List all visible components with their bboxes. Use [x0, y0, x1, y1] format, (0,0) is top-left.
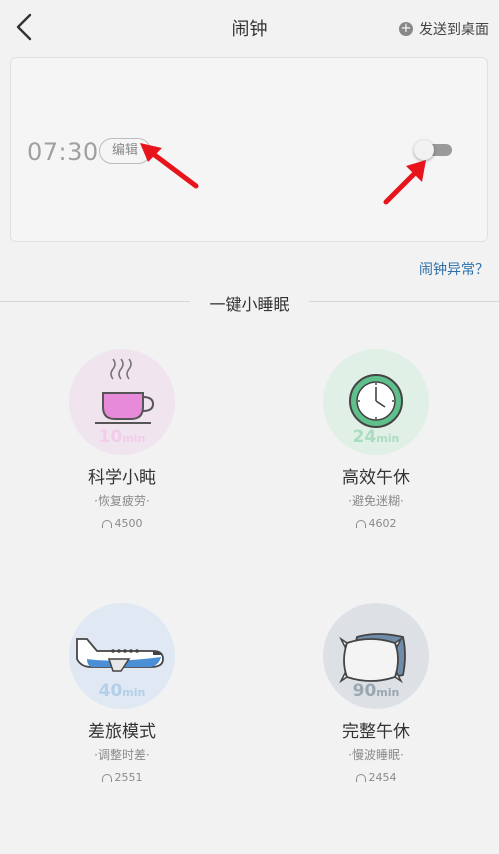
alarm-toggle[interactable] [414, 140, 452, 160]
headphones-icon [355, 774, 366, 782]
nap-subtitle: ·恢复疲劳· [94, 494, 150, 508]
nap-tile-full[interactable]: 90min 完整午休 ·慢波睡眠· 2454 [296, 603, 456, 803]
nap-tile-travel[interactable]: 40min 差旅模式 ·调整时差· 2551 [42, 603, 202, 803]
toggle-knob [414, 140, 434, 160]
nap-subtitle: ·调整时差· [94, 748, 150, 762]
alarm-issue-link[interactable]: 闹钟异常？ [419, 259, 489, 279]
nap-subtitle: ·避免迷糊· [348, 494, 404, 508]
edit-button[interactable]: 编辑 [99, 138, 151, 164]
headphones-icon [101, 774, 112, 782]
nap-icon-circle: 40min [69, 603, 175, 709]
nap-name: 完整午休 [342, 722, 410, 742]
nap-icon-circle: 10min [69, 349, 175, 455]
nap-listen-count: 4602 [296, 517, 456, 530]
nap-listen-count: 4500 [42, 517, 202, 530]
nap-subtitle: ·慢波睡眠· [348, 748, 404, 762]
headphones-icon [355, 520, 366, 528]
nap-tile-efficient[interactable]: 24min 高效午休 ·避免迷糊· 4602 [296, 349, 456, 549]
nap-listen-count: 2454 [296, 771, 456, 784]
nap-tile-science[interactable]: 10min 科学小盹 ·恢复疲劳· 4500 [42, 349, 202, 549]
nap-duration: 90min [352, 681, 400, 701]
top-bar: 闹钟 + 发送到桌面 [0, 0, 499, 54]
nap-listen-count: 2551 [42, 771, 202, 784]
send-to-desktop-label: 发送到桌面 [419, 22, 489, 38]
nap-duration: 40min [98, 681, 146, 701]
alarm-time: 07:30 [27, 138, 99, 166]
plus-circle-icon: + [399, 21, 413, 36]
nap-name: 差旅模式 [88, 722, 156, 742]
send-to-desktop-button[interactable]: + 发送到桌面 [399, 19, 489, 39]
nap-icon-circle: 90min [323, 603, 429, 709]
nap-duration: 24min [352, 427, 400, 447]
nap-name: 高效午休 [342, 468, 410, 488]
nap-duration: 10min [98, 427, 146, 447]
headphones-icon [101, 520, 112, 528]
nap-icon-circle: 24min [323, 349, 429, 455]
nap-name: 科学小盹 [88, 468, 156, 488]
alarm-card: 07:30 编辑 [10, 57, 488, 242]
section-title: 一键小睡眠 [209, 295, 290, 314]
